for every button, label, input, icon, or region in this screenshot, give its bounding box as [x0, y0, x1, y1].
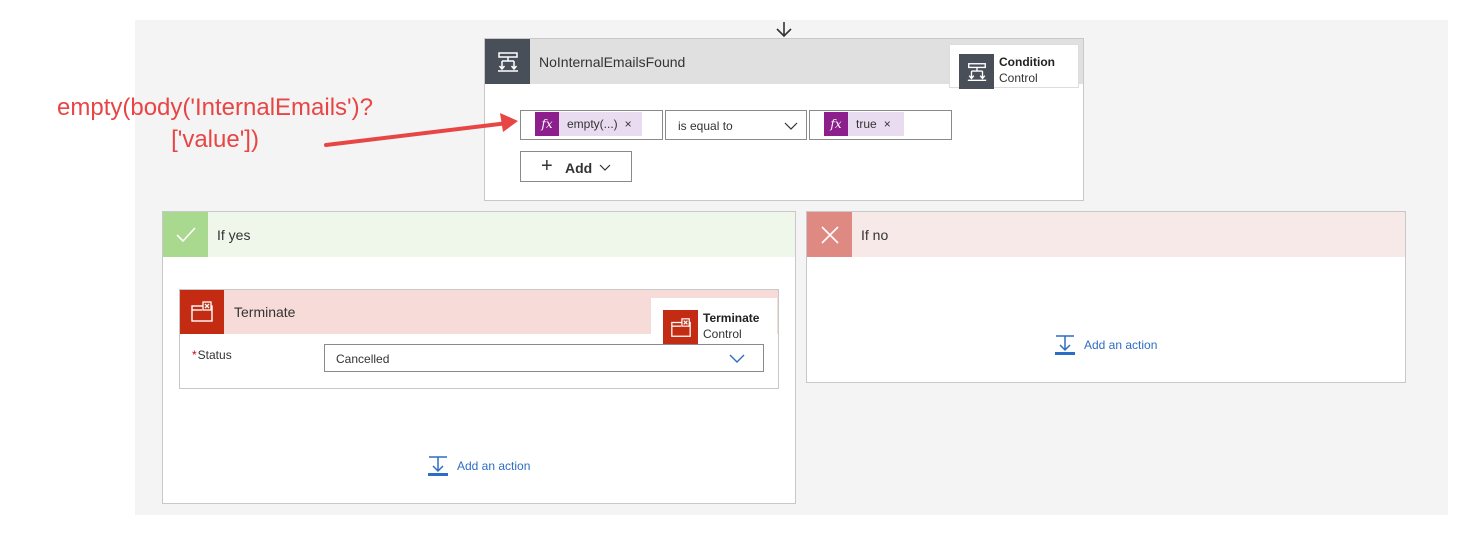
condition-right-operand[interactable]: fx true × [809, 110, 952, 140]
status-value: Cancelled [336, 352, 390, 366]
annotation-line-2: ['value']) [171, 126, 259, 153]
chevron-down-icon [784, 122, 798, 130]
status-select[interactable]: Cancelled [324, 344, 764, 372]
plus-icon: + [541, 155, 553, 177]
expression-token-label: true [856, 117, 877, 131]
terminate-title[interactable]: Terminate [234, 304, 295, 320]
chevron-down-icon [729, 354, 745, 363]
if-yes-title: If yes [217, 227, 251, 243]
expression-token[interactable]: fx true × [824, 112, 904, 136]
condition-tooltip: Condition Control [949, 44, 1079, 89]
add-action-label[interactable]: Add an action [1084, 338, 1157, 352]
terminate-tooltip-name: Terminate [703, 311, 760, 325]
condition-left-operand[interactable]: fx empty(...) × [520, 110, 663, 140]
add-action-no[interactable]: Add an action [1054, 334, 1157, 356]
add-button-label: Add [565, 160, 593, 176]
add-action-label[interactable]: Add an action [457, 459, 530, 473]
terminate-card: Terminate Terminate Control *Status Canc… [179, 289, 779, 389]
chevron-down-icon [599, 164, 611, 171]
if-no-branch: If no Add an action [806, 211, 1406, 383]
add-action-yes[interactable]: Add an action [427, 455, 530, 477]
add-action-icon [1055, 335, 1075, 355]
condition-tooltip-icon [959, 54, 994, 89]
terminate-tooltip-icon [663, 310, 698, 345]
annotation-line-1: empty(body('InternalEmails')? [57, 94, 373, 121]
if-yes-header[interactable]: If yes [163, 212, 795, 257]
expression-token[interactable]: fx empty(...) × [535, 112, 642, 136]
condition-card: NoInternalEmailsFound Condition Control … [484, 38, 1084, 201]
terminate-tooltip: Terminate Control [651, 298, 777, 345]
if-no-title: If no [861, 227, 889, 243]
expression-annotation: empty(body('InternalEmails')? ['value']) [20, 92, 410, 156]
add-action-icon [428, 456, 448, 476]
terminate-tooltip-sub: Control [703, 327, 742, 341]
expression-token-label: empty(...) [567, 117, 618, 131]
condition-title[interactable]: NoInternalEmailsFound [539, 54, 685, 70]
close-icon [807, 212, 852, 257]
fx-icon: fx [824, 112, 848, 136]
condition-icon [485, 39, 530, 84]
flow-arrow-down-icon [776, 22, 792, 38]
required-marker: * [192, 348, 197, 362]
add-condition-button[interactable]: + Add [520, 151, 632, 182]
condition-tooltip-sub: Control [999, 71, 1038, 85]
condition-operator-select[interactable]: is equal to [665, 110, 807, 140]
if-no-header[interactable]: If no [807, 212, 1405, 257]
operator-value: is equal to [678, 119, 733, 133]
remove-token-icon[interactable]: × [625, 117, 632, 131]
terminate-icon [180, 290, 224, 334]
remove-token-icon[interactable]: × [884, 117, 891, 131]
status-label: *Status [192, 348, 232, 362]
fx-icon: fx [535, 112, 559, 136]
checkmark-icon [163, 212, 208, 257]
condition-tooltip-name: Condition [999, 55, 1055, 69]
status-label-text: Status [197, 348, 232, 362]
if-yes-branch: If yes Terminate Terminate Control *Stat… [162, 211, 796, 504]
